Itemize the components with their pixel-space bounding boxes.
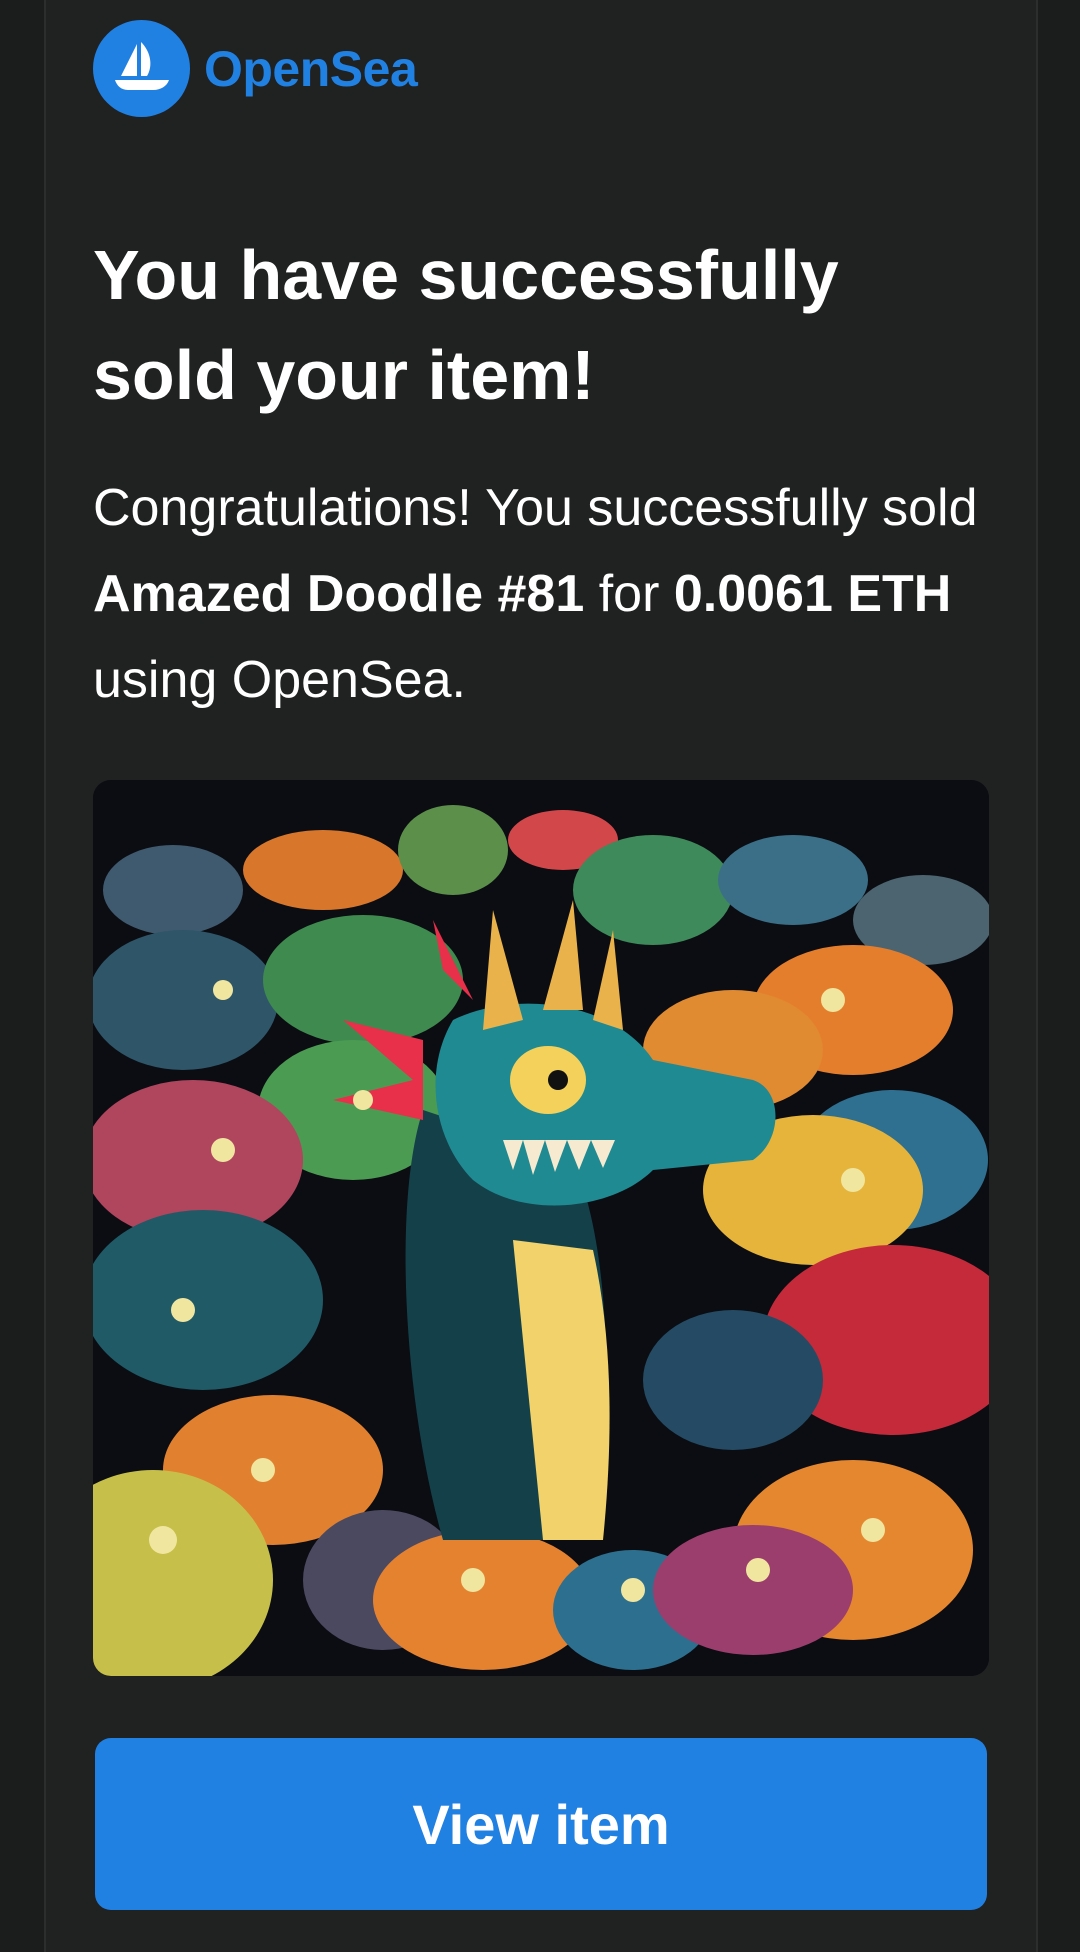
sale-price: 0.0061 ETH xyxy=(673,565,952,623)
page-title: You have successfully sold your item! xyxy=(93,236,839,414)
ship-icon xyxy=(93,20,190,117)
brand-name: OpenSea xyxy=(204,40,418,97)
message-prefix: Congratulations! You successfully sold xyxy=(93,479,978,537)
message-suffix: using OpenSea. xyxy=(93,651,466,709)
email-page: OpenSea You have successfully sold your … xyxy=(0,0,1080,1952)
nft-artwork-image[interactable] xyxy=(93,780,989,1676)
view-item-button[interactable]: View item xyxy=(95,1738,987,1910)
message-middle: for xyxy=(584,565,674,623)
item-name: Amazed Doodle #81 xyxy=(93,565,585,623)
artwork-illustration xyxy=(93,780,989,1676)
sale-message: Congratulations! You successfully sold A… xyxy=(93,465,993,723)
opensea-logo[interactable]: OpenSea xyxy=(93,20,418,117)
